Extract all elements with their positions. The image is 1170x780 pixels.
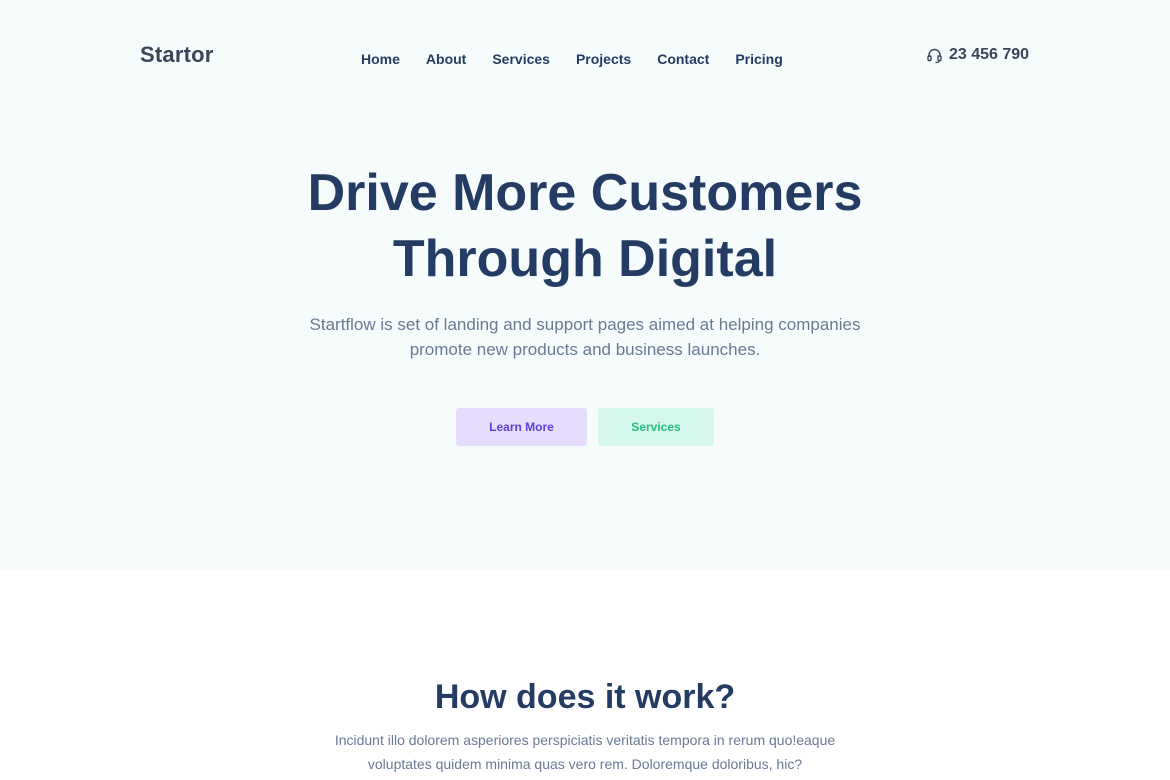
nav-projects[interactable]: Projects <box>576 51 631 67</box>
phone-contact[interactable]: 23 456 790 <box>926 46 1029 64</box>
hero-subtitle-line-2: promote new products and business launch… <box>409 340 761 359</box>
hero-section: Startor Home About Services Projects Con… <box>0 0 1170 570</box>
hero-subtitle-line-1: Startflow is set of landing and support … <box>309 315 861 334</box>
hero-title: Drive More Customers Through Digital <box>0 160 1170 292</box>
how-subtitle-line-2: voluptates quidem minima quas vero rem. … <box>367 756 803 772</box>
learn-more-button[interactable]: Learn More <box>456 408 587 446</box>
nav-services[interactable]: Services <box>492 51 550 67</box>
nav-about[interactable]: About <box>426 51 466 67</box>
services-button[interactable]: Services <box>598 408 714 446</box>
how-subtitle-line-1: Incidunt illo dolorem asperiores perspic… <box>334 732 836 748</box>
how-it-works-title: How does it work? <box>434 678 736 716</box>
main-nav: Home About Services Projects Contact Pri… <box>361 51 783 67</box>
phone-number: 23 456 790 <box>949 46 1030 63</box>
nav-home[interactable]: Home <box>361 51 400 67</box>
logo[interactable]: Startor <box>140 42 214 68</box>
hero-subtitle: Startflow is set of landing and support … <box>0 312 1170 362</box>
hero-title-line-2: Through Digital <box>392 230 778 288</box>
headset-icon <box>927 48 942 63</box>
how-it-works-subtitle: Incidunt illo dolorem asperiores perspic… <box>0 728 1170 776</box>
nav-contact[interactable]: Contact <box>657 51 709 67</box>
nav-pricing[interactable]: Pricing <box>735 51 782 67</box>
hero-title-line-1: Drive More Customers <box>307 164 863 222</box>
